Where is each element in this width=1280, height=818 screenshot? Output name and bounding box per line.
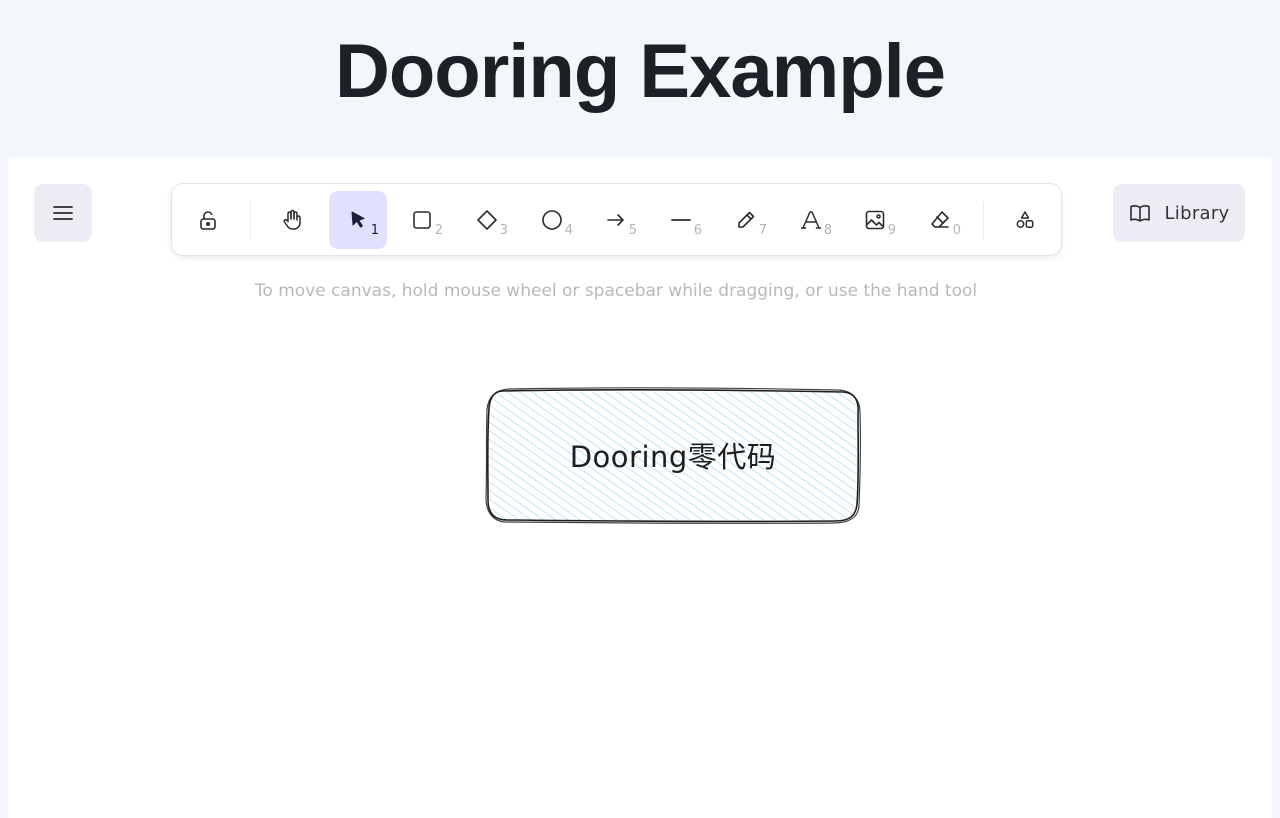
tool-more-shapes[interactable] <box>996 191 1054 249</box>
tool-shortcut: 4 <box>564 223 573 238</box>
toolbar-divider <box>983 202 984 240</box>
tool-shortcut: 5 <box>628 223 637 238</box>
line-icon <box>671 219 691 221</box>
book-open-icon <box>1130 205 1151 222</box>
library-button[interactable]: Library <box>1113 184 1245 242</box>
tool-shortcut: 8 <box>823 223 832 238</box>
tool-shortcut: 2 <box>434 223 443 238</box>
arrow-right-icon <box>607 214 624 226</box>
tool-eraser[interactable]: 0 <box>911 191 969 249</box>
hamburger-icon <box>53 206 73 220</box>
tool-diamond[interactable]: 3 <box>458 191 516 249</box>
tool-rectangle[interactable]: 2 <box>393 191 451 249</box>
tool-shortcut: 1 <box>370 223 379 238</box>
pencil-icon <box>738 211 755 228</box>
tool-shortcut: 9 <box>887 223 896 238</box>
eraser-icon <box>931 211 949 228</box>
text-a-icon <box>800 211 822 229</box>
toolbar-divider <box>250 202 251 240</box>
tool-line[interactable]: 6 <box>652 191 710 249</box>
circle-icon <box>542 210 562 230</box>
canvas-element-label: Dooring零代码 <box>569 440 777 474</box>
tool-image[interactable]: 9 <box>846 191 904 249</box>
tool-arrow[interactable]: 5 <box>587 191 645 249</box>
shapes-icon <box>1016 211 1034 228</box>
image-icon <box>865 210 885 230</box>
canvas-hint-text: To move canvas, hold mouse wheel or spac… <box>254 281 978 301</box>
tool-shortcut: 7 <box>758 223 767 238</box>
tool-text[interactable]: 8 <box>782 191 840 249</box>
tool-ellipse[interactable]: 4 <box>523 191 581 249</box>
library-label: Library <box>1164 202 1230 224</box>
square-icon <box>413 211 431 229</box>
diamond-icon <box>477 210 497 230</box>
main-menu-button[interactable] <box>34 184 92 242</box>
lock-open-icon <box>200 211 216 230</box>
tool-lock[interactable] <box>179 191 237 249</box>
tool-shortcut: 0 <box>952 223 961 238</box>
tool-shortcut: 3 <box>499 223 508 238</box>
page-title: Dooring Example <box>335 29 946 114</box>
tool-hand[interactable] <box>263 191 321 249</box>
shapes-toolbar: 1 2 3 4 5 6 7 8 9 0 <box>171 183 1062 256</box>
cursor-arrow-icon <box>351 211 365 228</box>
tool-shortcut: 6 <box>693 223 702 238</box>
tool-draw[interactable]: 7 <box>717 191 775 249</box>
hand-icon <box>283 209 301 230</box>
tool-selection[interactable]: 1 <box>329 191 387 249</box>
